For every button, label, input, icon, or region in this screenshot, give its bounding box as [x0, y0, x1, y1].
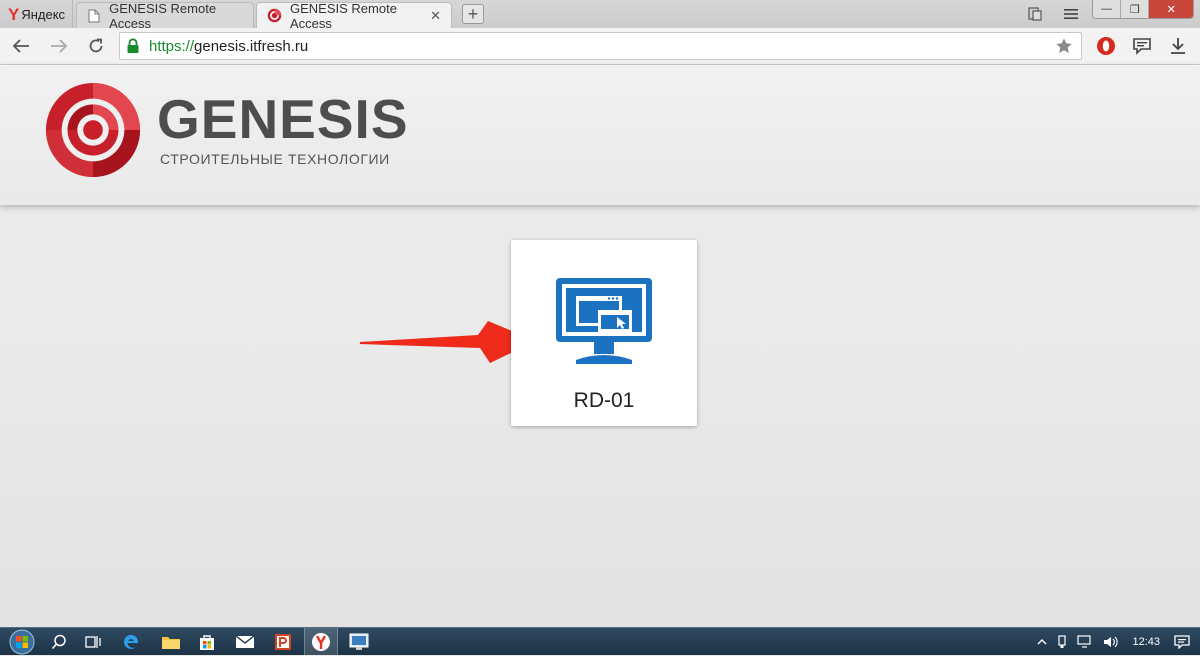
lock-icon — [126, 38, 140, 54]
menu-icon[interactable] — [1058, 0, 1084, 28]
volume-icon[interactable] — [1103, 635, 1119, 649]
opera-adblock-icon[interactable] — [1094, 34, 1118, 58]
tab-manager-icon[interactable] — [1024, 0, 1046, 28]
yandex-tab[interactable]: Y Яндекс — [0, 0, 73, 28]
powerpoint-icon — [275, 634, 291, 650]
address-bar[interactable]: https://genesis.itfresh.ru — [119, 32, 1082, 60]
close-window-button[interactable]: ✕ — [1149, 0, 1193, 18]
tab-genesis-inactive[interactable]: GENESIS Remote Access — [76, 0, 254, 31]
yandex-logo: Y — [8, 4, 20, 24]
back-button[interactable] — [9, 34, 33, 58]
close-tab-icon[interactable]: ✕ — [430, 8, 441, 24]
tab-title: GENESIS Remote Access — [290, 0, 397, 31]
forward-arrow-icon — [51, 39, 68, 53]
document-icon — [87, 8, 101, 24]
clock[interactable]: 12:43 — [1132, 636, 1160, 648]
remote-desktop-icon — [556, 278, 652, 364]
back-arrow-icon — [12, 39, 29, 53]
remote-desktop-taskbar-button[interactable] — [342, 628, 376, 656]
edge-icon — [124, 634, 139, 649]
tab-strip: Y Яндекс GENESIS Remote Access GENESIS R… — [0, 0, 1200, 31]
logo-subtitle: СТРОИТЕЛЬНЫЕ ТЕХНОЛОГИИ — [160, 151, 390, 167]
folder-icon — [162, 637, 180, 649]
search-taskbar-button[interactable] — [42, 628, 76, 656]
store-bag-icon — [200, 635, 214, 650]
resource-label: RD-01 — [573, 389, 635, 412]
page-content: GENESIS СТРОИТЕЛЬНЫЕ ТЕХНОЛОГИИ RD-01 — [0, 65, 1200, 627]
task-view-button[interactable] — [76, 628, 110, 656]
chat-icon[interactable] — [1130, 34, 1154, 58]
browser-toolbar: https://genesis.itfresh.ru — [0, 28, 1200, 65]
url-scheme: https:// — [149, 37, 195, 55]
url-host: genesis.itfresh.ru — [194, 37, 309, 55]
maximize-button[interactable]: ❐ — [1121, 0, 1150, 18]
logo-wordmark: GENESIS — [157, 88, 409, 150]
yandex-browser-icon — [312, 633, 330, 651]
yandex-tab-label: Яндекс — [21, 6, 66, 22]
task-view-icon — [85, 636, 101, 648]
start-button[interactable] — [2, 628, 42, 656]
usb-device-icon[interactable] — [1057, 635, 1067, 649]
powerpoint-taskbar-button[interactable] — [266, 628, 300, 656]
taskbar: 12:43 — [0, 627, 1200, 656]
yandex-browser-taskbar-button[interactable] — [304, 628, 338, 656]
windows-start-icon — [9, 629, 35, 655]
forward-button[interactable] — [47, 34, 71, 58]
mail-icon — [235, 635, 255, 648]
action-center-icon[interactable] — [1174, 635, 1190, 649]
download-icon[interactable] — [1166, 34, 1190, 58]
new-tab-button[interactable]: + — [462, 4, 484, 24]
bookmark-star-icon[interactable] — [1055, 37, 1073, 55]
reload-button[interactable] — [84, 34, 108, 58]
genesis-logo-icon — [45, 82, 141, 178]
store-taskbar-button[interactable] — [190, 628, 224, 656]
show-hidden-icons-button[interactable] — [1037, 638, 1047, 646]
tab-genesis-active[interactable]: GENESIS Remote Access ✕ — [256, 0, 452, 31]
edge-taskbar-button[interactable] — [114, 628, 148, 656]
genesis-favicon — [267, 8, 282, 24]
network-icon[interactable] — [1077, 635, 1093, 649]
search-icon — [51, 634, 66, 650]
remote-desktop-tile[interactable]: RD-01 — [511, 240, 697, 426]
mail-taskbar-button[interactable] — [228, 628, 262, 656]
remote-desktop-app-icon — [349, 633, 369, 650]
site-header: GENESIS СТРОИТЕЛЬНЫЕ ТЕХНОЛОГИИ — [0, 65, 1200, 205]
reload-icon — [89, 38, 103, 53]
system-tray: 12:43 — [1032, 628, 1200, 656]
minimize-button[interactable]: — — [1093, 0, 1122, 18]
window-controls: — ❐ ✕ — [1092, 0, 1194, 19]
tab-title: GENESIS Remote Access — [109, 0, 217, 31]
explorer-taskbar-button[interactable] — [154, 628, 188, 656]
